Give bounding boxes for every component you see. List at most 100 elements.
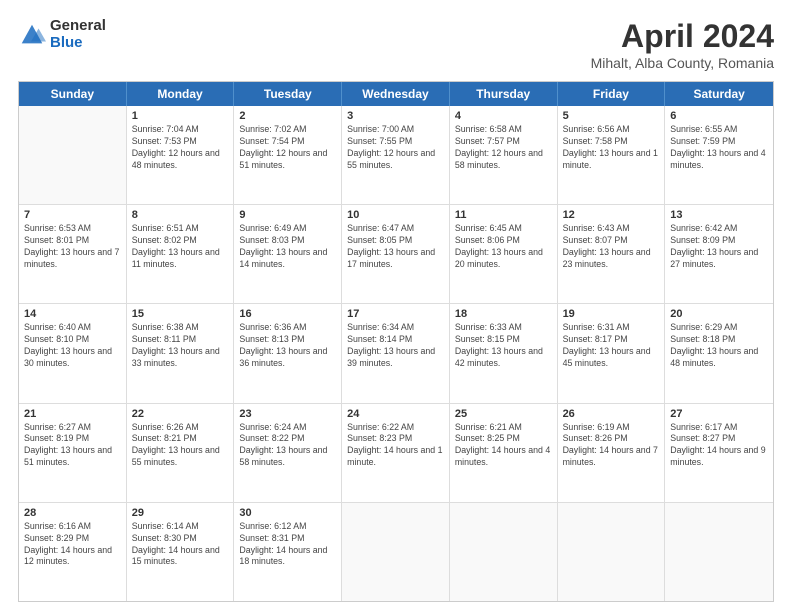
calendar-cell: 11Sunrise: 6:45 AMSunset: 8:06 PMDayligh… [450,205,558,303]
calendar-cell: 13 Sunrise: 6:42 AMSunset: 8:09 PMDayligh… [665,205,773,303]
weekday-header: Wednesday [342,82,450,106]
calendar-cell: 24 Sunrise: 6:22 AMSunset: 8:23 PMDayligh… [342,404,450,502]
calendar-cell: 6 Sunrise: 6:55 AMSunset: 7:59 PMDaylight… [665,106,773,204]
day-number: 4 [455,110,552,122]
calendar-row: 14 Sunrise: 6:40 AMSunset: 8:10 PMDayligh… [19,304,773,403]
day-number: 28 [24,507,121,519]
day-info: Sunrise: 6:17 AMSunset: 8:27 PMDaylight:… [670,422,768,470]
day-number: 20 [670,308,768,320]
day-info: Sunrise: 6:31 AMSunset: 8:17 PMDaylight:… [563,322,660,370]
day-info: Sunrise: 7:00 AMSunset: 7:55 PMDaylight:… [347,124,444,172]
day-info: Sunrise: 6:55 AMSunset: 7:59 PMDaylight:… [670,124,768,172]
weekday-header: Friday [558,82,666,106]
weekday-header: Thursday [450,82,558,106]
day-number: 19 [563,308,660,320]
day-number: 6 [670,110,768,122]
calendar-cell: 28 Sunrise: 6:16 AMSunset: 8:29 PMDayligh… [19,503,127,601]
calendar-cell [665,503,773,601]
day-number: 29 [132,507,229,519]
calendar-cell [19,106,127,204]
day-info: Sunrise: 6:38 AMSunset: 8:11 PMDaylight:… [132,322,229,370]
calendar-cell: 19 Sunrise: 6:31 AMSunset: 8:17 PMDayligh… [558,304,666,402]
day-number: 10 [347,209,444,221]
day-number: 22 [132,408,229,420]
day-info: Sunrise: 6:53 AMSunset: 8:01 PMDaylight:… [24,223,121,271]
day-info: Sunrise: 6:56 AMSunset: 7:58 PMDaylight:… [563,124,660,172]
calendar-cell: 21Sunrise: 6:27 AMSunset: 8:19 PMDayligh… [19,404,127,502]
calendar-row: 28 Sunrise: 6:16 AMSunset: 8:29 PMDayligh… [19,503,773,601]
calendar-cell: 22 Sunrise: 6:26 AMSunset: 8:21 PMDayligh… [127,404,235,502]
calendar-cell: 16Sunrise: 6:36 AMSunset: 8:13 PMDayligh… [234,304,342,402]
day-number: 17 [347,308,444,320]
day-info: Sunrise: 6:40 AMSunset: 8:10 PMDaylight:… [24,322,121,370]
day-info: Sunrise: 6:22 AMSunset: 8:23 PMDaylight:… [347,422,444,470]
calendar-cell: 27Sunrise: 6:17 AMSunset: 8:27 PMDayligh… [665,404,773,502]
day-info: Sunrise: 6:24 AMSunset: 8:22 PMDaylight:… [239,422,336,470]
day-number: 21 [24,408,121,420]
day-info: Sunrise: 6:49 AMSunset: 8:03 PMDaylight:… [239,223,336,271]
calendar-cell: 4Sunrise: 6:58 AMSunset: 7:57 PMDaylight… [450,106,558,204]
day-info: Sunrise: 6:33 AMSunset: 8:15 PMDaylight:… [455,322,552,370]
calendar-cell: 8Sunrise: 6:51 AMSunset: 8:02 PMDaylight… [127,205,235,303]
day-number: 25 [455,408,552,420]
day-number: 14 [24,308,121,320]
day-number: 18 [455,308,552,320]
day-info: Sunrise: 6:14 AMSunset: 8:30 PMDaylight:… [132,521,229,569]
day-number: 2 [239,110,336,122]
day-info: Sunrise: 6:29 AMSunset: 8:18 PMDaylight:… [670,322,768,370]
calendar-cell: 14 Sunrise: 6:40 AMSunset: 8:10 PMDayligh… [19,304,127,402]
title-location: Mihalt, Alba County, Romania [591,55,774,71]
calendar-header: SundayMondayTuesdayWednesdayThursdayFrid… [19,82,773,106]
calendar-cell: 10 Sunrise: 6:47 AMSunset: 8:05 PMDayligh… [342,205,450,303]
day-number: 30 [239,507,336,519]
day-number: 1 [132,110,229,122]
calendar-cell: 2 Sunrise: 7:02 AMSunset: 7:54 PMDaylight… [234,106,342,204]
day-number: 24 [347,408,444,420]
weekday-header: Monday [127,82,235,106]
day-info: Sunrise: 6:36 AMSunset: 8:13 PMDaylight:… [239,322,336,370]
day-number: 5 [563,110,660,122]
calendar-cell: 17 Sunrise: 6:34 AMSunset: 8:14 PMDayligh… [342,304,450,402]
day-info: Sunrise: 6:26 AMSunset: 8:21 PMDaylight:… [132,422,229,470]
calendar-row: 7 Sunrise: 6:53 AMSunset: 8:01 PMDaylight… [19,205,773,304]
calendar: SundayMondayTuesdayWednesdayThursdayFrid… [18,81,774,602]
logo-general-text: General [50,18,106,35]
calendar-cell [558,503,666,601]
day-number: 3 [347,110,444,122]
day-number: 7 [24,209,121,221]
calendar-cell: 9 Sunrise: 6:49 AMSunset: 8:03 PMDaylight… [234,205,342,303]
calendar-body: 1 Sunrise: 7:04 AMSunset: 7:53 PMDaylight… [19,106,773,601]
calendar-cell: 20 Sunrise: 6:29 AMSunset: 8:18 PMDayligh… [665,304,773,402]
calendar-cell: 7 Sunrise: 6:53 AMSunset: 8:01 PMDaylight… [19,205,127,303]
calendar-cell: 26Sunrise: 6:19 AMSunset: 8:26 PMDayligh… [558,404,666,502]
day-info: Sunrise: 7:04 AMSunset: 7:53 PMDaylight:… [132,124,229,172]
calendar-cell: 3 Sunrise: 7:00 AMSunset: 7:55 PMDaylight… [342,106,450,204]
calendar-cell [342,503,450,601]
day-info: Sunrise: 6:47 AMSunset: 8:05 PMDaylight:… [347,223,444,271]
calendar-cell: 1 Sunrise: 7:04 AMSunset: 7:53 PMDaylight… [127,106,235,204]
day-info: Sunrise: 6:34 AMSunset: 8:14 PMDaylight:… [347,322,444,370]
logo-blue-text: Blue [50,35,106,52]
calendar-cell: 25 Sunrise: 6:21 AMSunset: 8:25 PMDayligh… [450,404,558,502]
day-info: Sunrise: 6:16 AMSunset: 8:29 PMDaylight:… [24,521,121,569]
calendar-cell [450,503,558,601]
day-info: Sunrise: 6:21 AMSunset: 8:25 PMDaylight:… [455,422,552,470]
day-info: Sunrise: 6:19 AMSunset: 8:26 PMDaylight:… [563,422,660,470]
title-month: April 2024 [591,18,774,55]
day-number: 9 [239,209,336,221]
calendar-cell: 18 Sunrise: 6:33 AMSunset: 8:15 PMDayligh… [450,304,558,402]
header: General Blue April 2024 Mihalt, Alba Cou… [18,18,774,71]
calendar-cell: 15 Sunrise: 6:38 AMSunset: 8:11 PMDayligh… [127,304,235,402]
weekday-header: Tuesday [234,82,342,106]
calendar-cell: 23Sunrise: 6:24 AMSunset: 8:22 PMDayligh… [234,404,342,502]
calendar-cell: 30Sunrise: 6:12 AMSunset: 8:31 PMDayligh… [234,503,342,601]
weekday-header: Saturday [665,82,773,106]
calendar-row: 21Sunrise: 6:27 AMSunset: 8:19 PMDayligh… [19,404,773,503]
title-block: April 2024 Mihalt, Alba County, Romania [591,18,774,71]
day-number: 13 [670,209,768,221]
weekday-header: Sunday [19,82,127,106]
day-number: 15 [132,308,229,320]
logo-text: General Blue [50,18,106,51]
day-info: Sunrise: 6:42 AMSunset: 8:09 PMDaylight:… [670,223,768,271]
day-info: Sunrise: 7:02 AMSunset: 7:54 PMDaylight:… [239,124,336,172]
